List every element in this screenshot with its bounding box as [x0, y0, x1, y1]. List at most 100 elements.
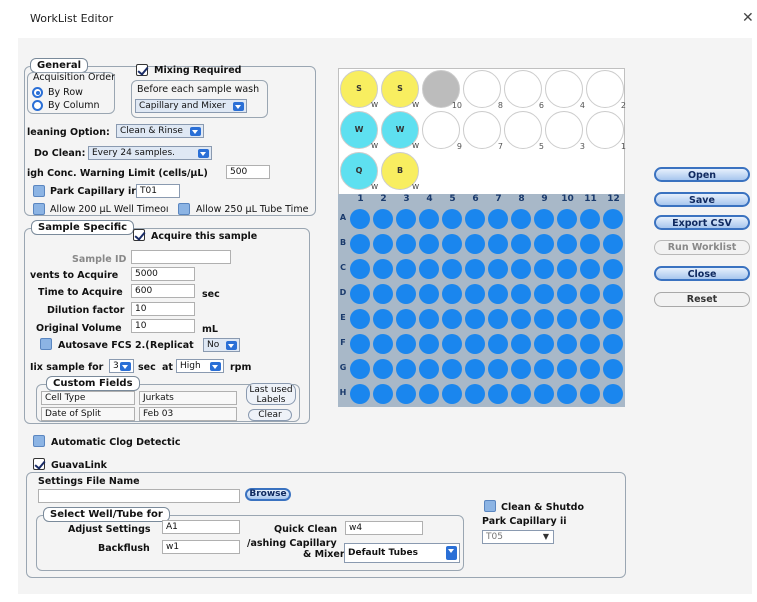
open-button[interactable]: Open	[654, 167, 750, 182]
settings-file-input[interactable]	[38, 489, 240, 503]
tube-slot[interactable]: 1	[586, 111, 626, 151]
plate-well[interactable]	[603, 209, 623, 229]
plate-well[interactable]	[419, 209, 439, 229]
export-csv-button[interactable]: Export CSV	[654, 215, 750, 230]
plate-well[interactable]	[373, 384, 393, 404]
plate-well[interactable]	[557, 284, 577, 304]
volume-input[interactable]: 10	[131, 319, 195, 333]
plate-well[interactable]	[396, 384, 416, 404]
plate-well[interactable]	[580, 259, 600, 279]
plate-well[interactable]	[465, 309, 485, 329]
plate-well[interactable]	[511, 259, 531, 279]
plate-well[interactable]	[396, 209, 416, 229]
plate-well[interactable]	[442, 209, 462, 229]
quick-clean-input[interactable]: w4	[345, 521, 423, 535]
plate-well[interactable]	[419, 234, 439, 254]
plate-well[interactable]	[603, 334, 623, 354]
plate-well[interactable]	[419, 284, 439, 304]
tube-slot[interactable]: 3	[545, 111, 585, 151]
plate-well[interactable]	[465, 334, 485, 354]
plate-well[interactable]	[534, 309, 554, 329]
plate-well[interactable]	[488, 384, 508, 404]
plate-well[interactable]	[488, 359, 508, 379]
plate-well[interactable]	[603, 259, 623, 279]
plate-well[interactable]	[488, 234, 508, 254]
park-capillary-select[interactable]: T01	[136, 184, 180, 198]
plate-well[interactable]	[603, 284, 623, 304]
plate-well[interactable]	[396, 259, 416, 279]
plate-well[interactable]	[442, 259, 462, 279]
plate-well[interactable]	[373, 234, 393, 254]
tube-slot[interactable]: 5	[504, 111, 544, 151]
plate-well[interactable]	[488, 284, 508, 304]
plate-well[interactable]	[580, 334, 600, 354]
plate-well[interactable]	[373, 284, 393, 304]
plate-well[interactable]	[373, 334, 393, 354]
plate-well[interactable]	[373, 309, 393, 329]
tube-slot[interactable]: 8	[463, 70, 503, 110]
plate-well[interactable]	[511, 234, 531, 254]
plate-well[interactable]	[465, 209, 485, 229]
plate-well[interactable]	[465, 359, 485, 379]
park-capillary-checkbox[interactable]	[33, 185, 45, 197]
plate-well[interactable]	[534, 384, 554, 404]
last-used-labels-button[interactable]: Last used Labels	[246, 383, 296, 405]
mix-speed-select[interactable]: High	[176, 359, 224, 373]
plate-well[interactable]	[511, 309, 531, 329]
park-capillary-2-select[interactable]: T05 ▼	[482, 530, 554, 544]
replicate-select[interactable]: No	[203, 338, 240, 352]
by-column-radio[interactable]	[32, 100, 43, 111]
plate-well[interactable]	[511, 359, 531, 379]
plate-well[interactable]	[511, 384, 531, 404]
plate-well[interactable]	[534, 284, 554, 304]
plate-well[interactable]	[557, 384, 577, 404]
plate-well[interactable]	[419, 384, 439, 404]
custom-key-1[interactable]: Cell Type	[41, 391, 135, 405]
plate-well[interactable]	[534, 359, 554, 379]
plate-well[interactable]	[465, 234, 485, 254]
save-button[interactable]: Save	[654, 192, 750, 207]
custom-value-2[interactable]: Feb 03	[139, 407, 237, 421]
tube-slot[interactable]: 10	[422, 70, 462, 110]
washing-select[interactable]: Default Tubes	[344, 543, 460, 563]
sample-id-input[interactable]	[131, 250, 231, 264]
tube-slot[interactable]: 2	[586, 70, 626, 110]
plate-well[interactable]	[442, 284, 462, 304]
plate-well[interactable]	[442, 384, 462, 404]
plate-well[interactable]	[396, 334, 416, 354]
plate-well[interactable]	[488, 209, 508, 229]
plate-well[interactable]	[557, 359, 577, 379]
plate-well[interactable]	[465, 284, 485, 304]
plate-well[interactable]	[442, 334, 462, 354]
browse-button[interactable]: Browse	[245, 488, 291, 501]
plate-well[interactable]	[350, 259, 370, 279]
plate-well[interactable]	[419, 259, 439, 279]
clean-shutdown-checkbox[interactable]	[484, 500, 496, 512]
run-worklist-button[interactable]: Run Worklist	[654, 240, 750, 255]
plate-well[interactable]	[396, 309, 416, 329]
plate-well[interactable]	[580, 384, 600, 404]
plate-well[interactable]	[511, 334, 531, 354]
acquire-sample-checkbox[interactable]	[133, 229, 145, 241]
plate-well[interactable]	[350, 234, 370, 254]
wash-select[interactable]: Capillary and Mixer	[135, 99, 247, 113]
plate-well[interactable]	[350, 334, 370, 354]
plate-well[interactable]	[580, 209, 600, 229]
backflush-input[interactable]: w1	[162, 540, 240, 554]
plate-well[interactable]	[580, 309, 600, 329]
plate-well[interactable]	[419, 359, 439, 379]
plate-well[interactable]	[396, 234, 416, 254]
plate-well[interactable]	[511, 209, 531, 229]
plate-well[interactable]	[603, 309, 623, 329]
plate-well[interactable]	[511, 284, 531, 304]
plate-well[interactable]	[373, 259, 393, 279]
do-clean-select[interactable]: Every 24 samples.	[88, 146, 212, 160]
plate-well[interactable]	[488, 334, 508, 354]
custom-value-1[interactable]: Jurkats	[139, 391, 237, 405]
plate-well[interactable]	[534, 209, 554, 229]
close-icon[interactable]: ✕	[742, 10, 754, 26]
plate-well[interactable]	[488, 309, 508, 329]
plate-well[interactable]	[557, 209, 577, 229]
plate-well[interactable]	[442, 234, 462, 254]
plate-well[interactable]	[419, 309, 439, 329]
